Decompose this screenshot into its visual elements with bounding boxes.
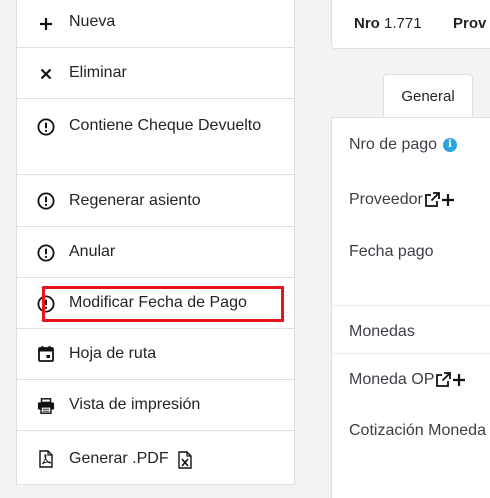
menu-item-eliminar[interactable]: Eliminar xyxy=(17,48,294,99)
header-card: Nro 1.771 Prov xyxy=(331,0,490,49)
plus-icon[interactable] xyxy=(441,193,455,207)
field-monedas: Monedas xyxy=(349,323,415,341)
menu-item-nueva[interactable]: Nueva xyxy=(17,0,294,48)
plus-icon[interactable] xyxy=(452,373,466,387)
menu-item-label: Eliminar xyxy=(69,64,127,81)
menu-item-label: Regenerar asiento xyxy=(69,192,201,209)
field-fecha-pago: Fecha pago xyxy=(349,243,434,261)
tab-general[interactable]: General xyxy=(383,74,473,118)
menu-item-label: Generar .PDF xyxy=(69,450,169,467)
menu-item-regenerar-asiento[interactable]: Regenerar asiento xyxy=(17,175,294,227)
field-proveedor: Proveedor xyxy=(349,191,455,209)
menu-item-generar-pdf[interactable]: Generar .PDF xyxy=(17,431,294,485)
divider xyxy=(331,305,490,306)
nro-value: 1.771 xyxy=(384,15,422,32)
calendar-icon xyxy=(37,345,55,363)
divider xyxy=(331,353,490,354)
form-panel xyxy=(331,117,490,498)
prov-label: Prov xyxy=(453,15,487,32)
close-icon xyxy=(37,65,55,83)
alert-circle-icon xyxy=(37,244,55,262)
cotizacion-moneda-label: Cotización Moneda xyxy=(349,422,486,439)
alert-circle-icon xyxy=(37,118,55,136)
nro-label: Nro xyxy=(354,15,380,32)
plus-icon xyxy=(37,15,55,33)
nro-display: Nro 1.771 xyxy=(354,15,422,32)
menu-item-vista-de-impresion[interactable]: Vista de impresión xyxy=(17,380,294,431)
menu-item-label: Anular xyxy=(69,243,116,260)
menu-item-label: Nueva xyxy=(69,13,116,30)
pdf-file-icon xyxy=(37,450,55,468)
field-cotizacion-moneda: Cotización Moneda xyxy=(349,422,486,440)
info-icon[interactable]: i xyxy=(443,138,458,152)
menu-item-contiene-cheque-devuelto[interactable]: Contiene Cheque Devuelto xyxy=(17,99,294,175)
fecha-pago-label: Fecha pago xyxy=(349,243,434,260)
external-link-icon[interactable] xyxy=(435,372,452,388)
menu-item-label: Hoja de ruta xyxy=(69,345,157,362)
proveedor-label: Proveedor xyxy=(349,191,423,208)
menu-item-anular[interactable]: Anular xyxy=(17,227,294,278)
field-nro-de-pago: Nro de pago i xyxy=(349,136,458,154)
moneda-op-label: Moneda OP xyxy=(349,371,435,388)
alert-circle-icon xyxy=(37,192,55,210)
highlight-box xyxy=(42,286,284,322)
menu-item-label: Contiene Cheque Devuelto xyxy=(69,117,262,134)
actions-menu: Nueva Eliminar Contiene Cheque Devuelto … xyxy=(16,0,295,485)
printer-icon xyxy=(37,397,55,415)
monedas-label: Monedas xyxy=(349,323,415,340)
menu-item-label: Vista de impresión xyxy=(69,396,201,413)
menu-item-hoja-de-ruta[interactable]: Hoja de ruta xyxy=(17,329,294,380)
excel-file-icon[interactable] xyxy=(176,451,194,469)
field-moneda-op: Moneda OP xyxy=(349,371,466,389)
external-link-icon[interactable] xyxy=(424,192,440,208)
nro-de-pago-label: Nro de pago xyxy=(349,136,438,153)
